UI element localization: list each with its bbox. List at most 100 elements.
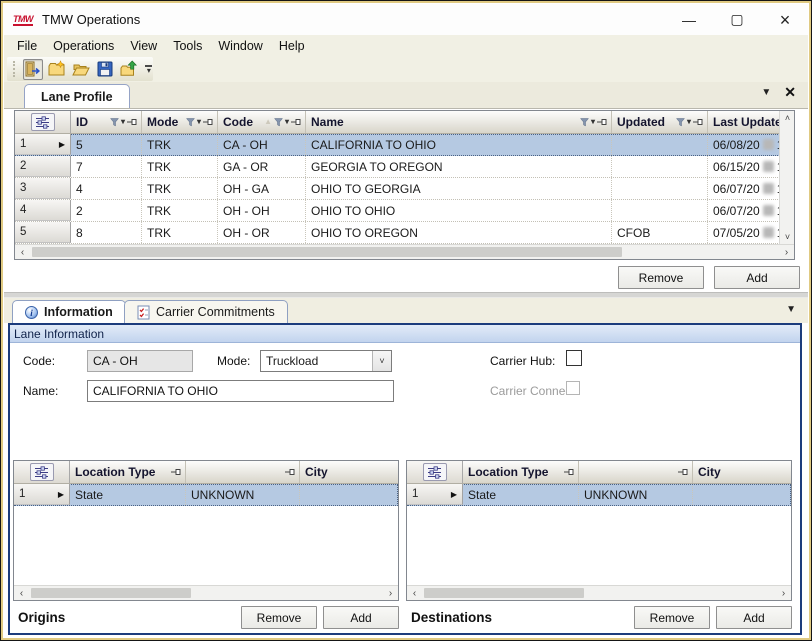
table-row[interactable]: 2 7 TRK GA - OR GEORGIA TO OREGON 06/15/…: [15, 156, 794, 178]
column-header-location-type[interactable]: Location Type: [463, 461, 579, 483]
table-row[interactable]: 1▶ State UNKNOWN: [14, 484, 398, 506]
row-header[interactable]: 2: [15, 156, 71, 177]
column-header-location-type[interactable]: Location Type: [70, 461, 186, 483]
cell-id[interactable]: 2: [71, 200, 142, 221]
cell-updated[interactable]: [612, 200, 708, 221]
cell-id[interactable]: 7: [71, 156, 142, 177]
destinations-remove-button[interactable]: Remove: [634, 606, 710, 629]
column-header-code[interactable]: Code ▲▾: [218, 111, 306, 133]
column-header-unnamed[interactable]: [186, 461, 300, 483]
row-header[interactable]: 1▶: [407, 484, 463, 505]
vertical-scrollbar[interactable]: ˄ ˅: [779, 111, 794, 244]
scroll-left-icon[interactable]: ‹: [14, 586, 29, 601]
close-button[interactable]: ×: [776, 13, 794, 27]
row-header[interactable]: 1▶: [14, 484, 70, 505]
filter-dropdown-icon[interactable]: ▾: [285, 118, 289, 126]
scroll-up-icon[interactable]: ˄: [780, 113, 795, 123]
filter-dropdown-icon[interactable]: ▾: [687, 118, 691, 126]
scroll-right-icon[interactable]: ›: [779, 245, 794, 260]
menu-tools[interactable]: Tools: [165, 37, 210, 55]
cell-name[interactable]: GEORGIA TO OREGON: [306, 156, 612, 177]
cell-location-type[interactable]: State: [463, 484, 579, 505]
cell-code[interactable]: GA - OR: [218, 156, 306, 177]
menu-operations[interactable]: Operations: [45, 37, 122, 55]
menu-file[interactable]: File: [9, 37, 45, 55]
row-header[interactable]: 3: [15, 178, 71, 199]
cell-mode[interactable]: TRK: [142, 200, 218, 221]
cell-code[interactable]: OH - OR: [218, 222, 306, 243]
filter-dropdown-icon[interactable]: ▾: [121, 118, 125, 126]
column-header-updated[interactable]: Updated ▾: [612, 111, 708, 133]
origins-add-button[interactable]: Add: [323, 606, 399, 629]
mode-select[interactable]: Truckload ˅: [260, 350, 392, 372]
filter-dropdown-icon[interactable]: ▾: [591, 118, 595, 126]
field-chooser-button[interactable]: [31, 113, 55, 131]
cell-name[interactable]: CALIFORNIA TO OHIO: [306, 134, 612, 155]
cell-mode[interactable]: TRK: [142, 156, 218, 177]
table-row[interactable]: 5 8 TRK OH - OR OHIO TO OREGON CFOB 07/0…: [15, 222, 794, 244]
tab-carrier-commitments[interactable]: Carrier Commitments: [124, 300, 288, 323]
cell-updated[interactable]: [612, 178, 708, 199]
detail-tab-dropdown-icon[interactable]: ▼: [786, 304, 796, 315]
menu-help[interactable]: Help: [271, 37, 313, 55]
table-row[interactable]: 1▶ State UNKNOWN: [407, 484, 791, 506]
row-header[interactable]: 1▶: [15, 134, 71, 155]
scrollbar-thumb[interactable]: [31, 588, 191, 598]
cell-city[interactable]: [693, 484, 791, 505]
cell-id[interactable]: 5: [71, 134, 142, 155]
cell-id[interactable]: 8: [71, 222, 142, 243]
column-header-name[interactable]: Name ▾: [306, 111, 612, 133]
cell-name[interactable]: OHIO TO GEORGIA: [306, 178, 612, 199]
horizontal-scrollbar[interactable]: ‹ ›: [15, 244, 794, 259]
field-chooser-button[interactable]: [423, 463, 447, 481]
cell-code[interactable]: OH - GA: [218, 178, 306, 199]
lane-remove-button[interactable]: Remove: [618, 266, 704, 289]
cell-mode[interactable]: TRK: [142, 178, 218, 199]
export-button[interactable]: [119, 59, 139, 80]
field-chooser-button[interactable]: [30, 463, 54, 481]
destinations-add-button[interactable]: Add: [716, 606, 792, 629]
row-header[interactable]: 4: [15, 200, 71, 221]
tab-list-dropdown-icon[interactable]: ▼: [761, 87, 771, 98]
tab-close-icon[interactable]: ✕: [784, 86, 796, 98]
column-header-city[interactable]: City: [300, 461, 398, 483]
menu-window[interactable]: Window: [210, 37, 270, 55]
cell-updated[interactable]: CFOB: [612, 222, 708, 243]
combo-dropdown-icon[interactable]: ˅: [372, 351, 391, 371]
table-row[interactable]: 4 2 TRK OH - OH OHIO TO OHIO 06/07/2012:: [15, 200, 794, 222]
cell-city[interactable]: [300, 484, 398, 505]
cell-value[interactable]: UNKNOWN: [186, 484, 300, 505]
cell-code[interactable]: CA - OH: [218, 134, 306, 155]
cell-updated[interactable]: [612, 156, 708, 177]
filter-dropdown-icon[interactable]: ▾: [197, 118, 201, 126]
table-row[interactable]: 3 4 TRK OH - GA OHIO TO GEORGIA 06/07/20…: [15, 178, 794, 200]
column-header-city[interactable]: City: [693, 461, 791, 483]
cell-id[interactable]: 4: [71, 178, 142, 199]
row-header[interactable]: 5: [15, 222, 71, 243]
new-button[interactable]: [47, 59, 67, 80]
cell-mode[interactable]: TRK: [142, 134, 218, 155]
column-header-unnamed[interactable]: [579, 461, 693, 483]
scroll-left-icon[interactable]: ‹: [407, 586, 422, 601]
column-header-mode[interactable]: Mode ▾: [142, 111, 218, 133]
minimize-button[interactable]: —: [680, 12, 698, 28]
cell-location-type[interactable]: State: [70, 484, 186, 505]
carrier-hub-checkbox[interactable]: [566, 350, 582, 366]
exit-button[interactable]: [23, 59, 43, 80]
maximize-button[interactable]: ▢: [728, 11, 746, 28]
save-button[interactable]: [95, 59, 115, 80]
toolbar-grip[interactable]: [13, 61, 16, 77]
cell-mode[interactable]: TRK: [142, 222, 218, 243]
cell-code[interactable]: OH - OH: [218, 200, 306, 221]
tab-lane-profile[interactable]: Lane Profile: [24, 84, 130, 108]
horizontal-scrollbar[interactable]: ‹ ›: [407, 585, 791, 600]
tab-information[interactable]: i Information: [12, 300, 126, 323]
open-button[interactable]: [71, 59, 91, 80]
cell-updated[interactable]: [612, 134, 708, 155]
scrollbar-thumb[interactable]: [424, 588, 584, 598]
scrollbar-thumb[interactable]: [32, 247, 622, 257]
table-row[interactable]: 1▶ 5 TRK CA - OH CALIFORNIA TO OHIO 06/0…: [15, 134, 794, 156]
cell-name[interactable]: OHIO TO OREGON: [306, 222, 612, 243]
scroll-down-icon[interactable]: ˅: [780, 232, 795, 242]
scroll-left-icon[interactable]: ‹: [15, 245, 30, 260]
